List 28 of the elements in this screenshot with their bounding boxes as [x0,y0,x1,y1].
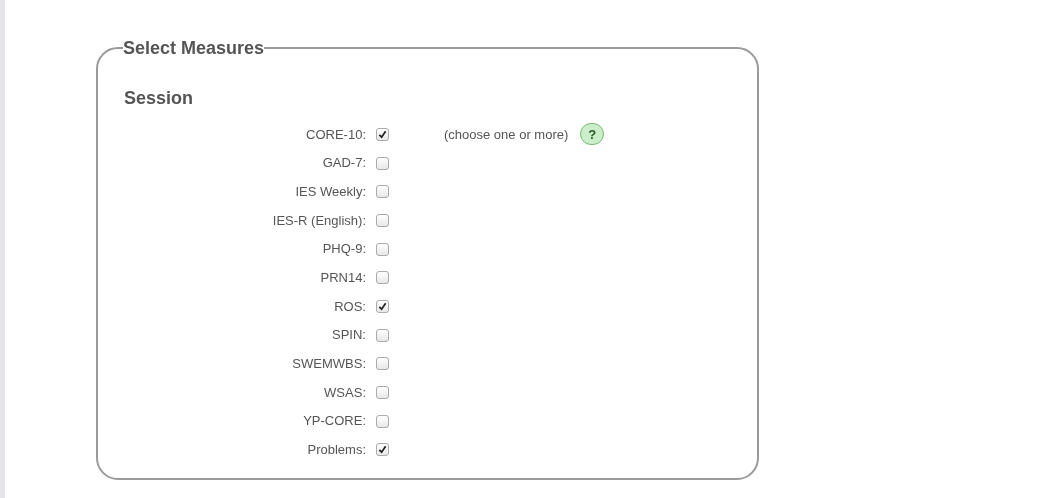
measure-checkbox[interactable] [376,386,389,400]
hint-text: (choose one or more) [444,125,569,144]
panel-title: Select Measures [123,39,265,57]
measure-label: GAD-7: [321,154,367,173]
measure-checkbox[interactable] [376,299,389,313]
measure-checkbox[interactable] [376,357,389,371]
measure-checkbox[interactable] [376,414,389,428]
measure-checkbox[interactable] [376,213,389,227]
measure-label: IES-R (English): [271,211,367,230]
section-title: Session [124,87,195,110]
measure-label: YP-CORE: [302,412,367,431]
measure-checkbox[interactable] [376,443,389,457]
measure-label: PHQ-9: [321,240,367,259]
measure-checkbox[interactable] [376,156,389,170]
measure-checkbox[interactable] [376,242,389,256]
measure-checkbox[interactable] [376,127,389,141]
measure-checkbox[interactable] [376,271,389,285]
measure-label: CORE-10: [305,125,367,144]
measure-checkbox[interactable] [376,328,389,342]
measure-checkbox[interactable] [376,185,389,199]
measure-label: IES Weekly: [294,182,367,201]
measure-label: WSAS: [323,383,367,402]
measure-label: SWEMWBS: [291,355,367,374]
measure-label: SPIN: [331,326,367,345]
measure-label: ROS: [333,297,367,316]
measure-label: PRN14: [319,269,367,288]
measure-label: Problems: [306,441,367,460]
help-button[interactable]: ? [580,123,605,146]
